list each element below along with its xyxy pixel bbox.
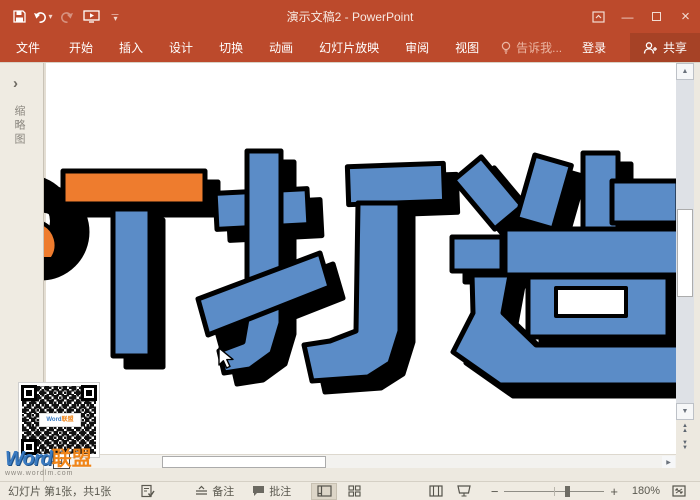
window-controls: — ×	[584, 0, 700, 33]
tab-review[interactable]: 审阅	[392, 33, 442, 62]
slide-artwork[interactable]	[44, 63, 676, 454]
reading-view-icon	[429, 485, 443, 497]
slideshow-view-button[interactable]	[451, 483, 477, 500]
tab-insert[interactable]: 插入	[106, 33, 156, 62]
slideshow-icon	[82, 10, 100, 23]
horizontal-scrollbar[interactable]: ◀ ▶	[44, 454, 676, 468]
proofing-button[interactable]	[141, 484, 155, 498]
slide-canvas[interactable]	[44, 63, 676, 454]
scroll-right-button[interactable]: ▶	[662, 456, 675, 468]
notes-label: 备注	[212, 486, 235, 498]
tell-me-box[interactable]: 告诉我...	[492, 33, 570, 62]
scroll-up-button[interactable]: ▲	[676, 63, 694, 80]
ribbon-display-icon	[592, 10, 605, 23]
slide-art-zao-stroke[interactable]	[502, 226, 676, 278]
brand-url: www.wordlm.com	[5, 470, 74, 477]
zoom-percentage[interactable]: 180%	[626, 485, 660, 497]
slideshow-view-icon	[457, 485, 471, 497]
comments-icon	[253, 486, 265, 496]
normal-view-button[interactable]	[311, 482, 338, 500]
slide-art-da-stroke[interactable]	[344, 160, 448, 208]
qr-code: Word联盟	[18, 382, 100, 458]
share-person-icon	[643, 41, 657, 54]
fit-to-window-icon	[672, 485, 686, 497]
zoom-in-button[interactable]: +	[610, 484, 618, 499]
customize-caret-icon: ▾	[113, 13, 118, 23]
slide-art-t-stem[interactable]	[110, 206, 153, 359]
customize-quick-access-button[interactable]: — ▾	[104, 5, 126, 29]
slide-art-zao-stroke[interactable]	[609, 178, 676, 226]
tab-file[interactable]: 文件	[0, 33, 56, 62]
tab-slideshow[interactable]: 幻灯片放映	[306, 33, 392, 62]
tell-me-label: 告诉我...	[516, 41, 563, 55]
share-label: 共享	[662, 41, 687, 55]
save-icon	[12, 10, 26, 23]
thumbnail-panel-label: 缩略图	[13, 105, 25, 147]
slide-art-t-bar[interactable]	[60, 168, 208, 207]
reading-view-button[interactable]	[423, 483, 449, 500]
tab-design[interactable]: 设计	[156, 33, 206, 62]
normal-view-icon	[317, 485, 332, 497]
tab-home[interactable]: 开始	[56, 33, 106, 62]
maximize-button[interactable]	[642, 0, 671, 33]
title-bar: ▾ — ▾ 演示文稿2 - PowerPoint — ×	[0, 0, 700, 33]
notes-button[interactable]: 备注	[195, 483, 234, 499]
start-slideshow-button[interactable]	[80, 5, 102, 29]
comments-label: 批注	[269, 486, 292, 498]
share-button[interactable]: 共享	[629, 33, 700, 62]
vertical-scrollbar-thumb[interactable]	[677, 209, 693, 297]
horizontal-scrollbar-thumb[interactable]	[162, 456, 326, 468]
comments-button[interactable]: 批注	[252, 483, 291, 499]
spellcheck-icon	[141, 484, 155, 498]
expand-panel-chevron-icon[interactable]: ›	[13, 75, 18, 92]
powerpoint-window: ▾ — ▾ 演示文稿2 - PowerPoint — × 文件 开始 插入 设计…	[0, 0, 700, 500]
ribbon-tab-bar: 文件 开始 插入 设计 切换 动画 幻灯片放映 审阅 视图 告诉我... 登录 …	[0, 33, 700, 62]
zoom-out-button[interactable]: −	[491, 484, 499, 499]
slide-sorter-icon	[348, 485, 361, 497]
slide-counter: 幻灯片 第1张，共1张	[8, 486, 112, 498]
undo-button[interactable]: ▾	[32, 5, 54, 29]
minimize-button[interactable]: —	[613, 0, 642, 33]
undo-caret-icon[interactable]: ▾	[48, 12, 52, 21]
redo-button	[56, 5, 78, 29]
brand-word: Word	[5, 448, 53, 470]
mouse-cursor-icon	[218, 347, 235, 376]
tab-view[interactable]: 视图	[442, 33, 492, 62]
next-slide-button[interactable]: ▼ ▼	[676, 437, 694, 454]
qr-finder-icon	[81, 385, 97, 401]
brand-lm: 联盟	[51, 448, 92, 470]
slide-art-zao-mouth-hole	[554, 286, 628, 318]
zoom-slider-tick	[554, 486, 556, 496]
vertical-scrollbar[interactable]: ▲ ▼ ▲ ▲ ▼ ▼	[676, 63, 694, 454]
ribbon-display-options-button[interactable]	[584, 0, 613, 33]
zoom-slider-thumb[interactable]	[565, 485, 571, 497]
status-bar: 幻灯片 第1张，共1张 备注 批注 − + 180%	[0, 481, 700, 500]
lightbulb-icon	[501, 41, 511, 54]
scroll-down-button[interactable]: ▼	[676, 403, 694, 420]
workspace: › 缩略图 ▲ ▼ ▲ ▲ ▼ ▼ ◀ ▶ Word联盟 1 Word联盟 ww…	[0, 62, 700, 482]
slide-art-zao-stroke[interactable]	[449, 234, 505, 274]
notes-icon	[196, 485, 208, 495]
fit-slide-to-window-button[interactable]	[666, 483, 692, 500]
sign-in-button[interactable]: 登录	[570, 33, 618, 62]
wordlm-logo: Word联盟 www.wordlm.com	[5, 449, 92, 477]
redo-icon	[61, 11, 73, 23]
slide-sorter-view-button[interactable]	[341, 483, 367, 500]
quick-access-toolbar: ▾ — ▾	[0, 5, 126, 29]
save-button[interactable]	[8, 5, 30, 29]
maximize-icon	[652, 12, 661, 21]
tab-transitions[interactable]: 切换	[206, 33, 256, 62]
tab-animations[interactable]: 动画	[256, 33, 306, 62]
close-button[interactable]: ×	[671, 0, 700, 33]
qr-finder-icon	[21, 385, 37, 401]
zoom-slider[interactable]	[504, 483, 605, 500]
qr-center-label: Word联盟	[39, 413, 81, 427]
undo-icon	[34, 11, 47, 23]
previous-slide-button[interactable]: ▲ ▲	[676, 420, 694, 437]
